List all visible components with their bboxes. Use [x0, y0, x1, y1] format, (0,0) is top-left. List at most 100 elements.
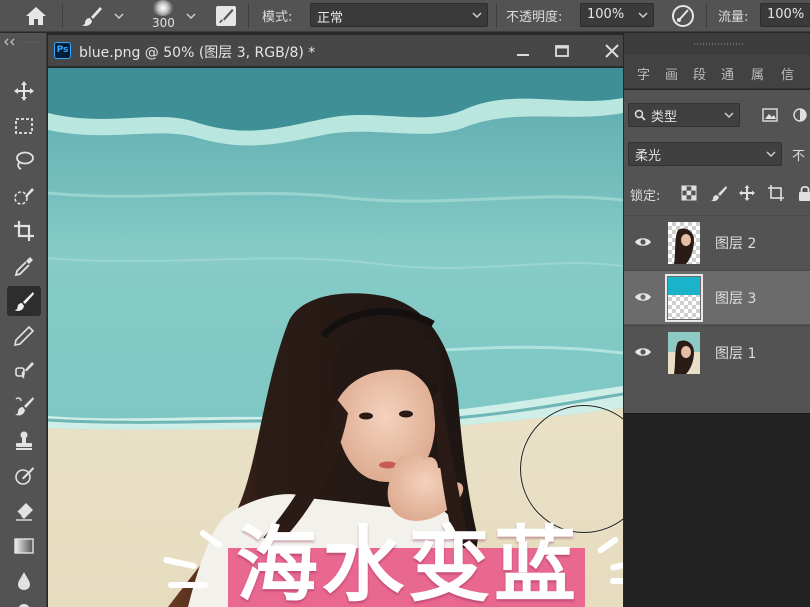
- pencil-tool[interactable]: [7, 321, 41, 351]
- home-icon[interactable]: [24, 5, 48, 27]
- marquee-tool[interactable]: [7, 111, 41, 141]
- eye-icon[interactable]: [634, 345, 652, 359]
- divider: [706, 4, 707, 28]
- minimize-icon[interactable]: [513, 41, 533, 61]
- photoshop-file-icon: Ps: [54, 42, 71, 59]
- caption-overlay: 海水变蓝: [228, 518, 585, 607]
- adjustment-filter-icon[interactable]: [792, 108, 810, 122]
- clone-stamp-tool[interactable]: [7, 426, 41, 456]
- gradient-icon: [14, 538, 34, 554]
- tab-paragraph[interactable]: 段: [693, 64, 706, 83]
- tab-brush[interactable]: 画: [665, 64, 678, 83]
- brush-tool[interactable]: [7, 286, 41, 316]
- document-title[interactable]: blue.png @ 50% (图层 3, RGB/8) *: [79, 42, 315, 62]
- dodge-icon: [18, 604, 30, 607]
- move-icon: [14, 81, 34, 101]
- document-tab[interactable]: Ps blue.png @ 50% (图层 3, RGB/8) *: [48, 35, 623, 67]
- chevron-down-icon: [638, 12, 648, 19]
- panel-tabs: 字 画 段 通 属 信: [624, 55, 810, 89]
- layer-thumbnail: [668, 222, 700, 264]
- tab-properties[interactable]: 属: [751, 64, 764, 83]
- chevron-down-icon[interactable]: [185, 10, 197, 22]
- panel-collapse-icon[interactable]: [4, 37, 42, 47]
- marquee-icon: [15, 118, 33, 134]
- stamp-icon: [16, 431, 32, 450]
- flow-label: 流量:: [718, 10, 749, 25]
- eye-icon[interactable]: [634, 235, 652, 249]
- mode-select[interactable]: 正常: [310, 3, 488, 27]
- grip-icon: [694, 43, 744, 45]
- image-filter-icon[interactable]: [762, 108, 778, 122]
- healing-icon: [15, 362, 34, 379]
- tab-info[interactable]: 信: [781, 64, 794, 83]
- opacity-input[interactable]: 100%: [580, 3, 654, 27]
- layer-row-selected[interactable]: 图层 3: [624, 270, 810, 324]
- layer-name[interactable]: 图层 3: [715, 288, 756, 308]
- eraser-tool[interactable]: [7, 496, 41, 526]
- lasso-tool[interactable]: [7, 146, 41, 176]
- chevron-down-icon[interactable]: [113, 10, 125, 22]
- lock-position-icon[interactable]: [738, 184, 756, 202]
- blur-tool[interactable]: [7, 566, 41, 596]
- divider: [496, 4, 497, 28]
- layer-thumbnail-image: [674, 228, 694, 264]
- healing-tool[interactable]: [7, 356, 41, 386]
- chevron-down-icon: [472, 12, 482, 19]
- lasso-icon: [16, 151, 34, 170]
- layer-thumbnail-image: [668, 277, 700, 295]
- layer-row[interactable]: 图层 1: [624, 325, 810, 379]
- canvas[interactable]: 海水变蓝: [48, 68, 623, 607]
- document-window: Ps blue.png @ 50% (图层 3, RGB/8) * 海水变蓝: [48, 35, 623, 607]
- blend-mode-select[interactable]: 柔光: [628, 142, 782, 166]
- lock-artboard-icon[interactable]: [767, 184, 785, 202]
- blend-mode-value: 柔光: [635, 149, 662, 164]
- brush-icon: [14, 292, 34, 311]
- tab-character[interactable]: 字: [637, 64, 650, 83]
- crop-tool[interactable]: [7, 216, 41, 246]
- empty-panel-area: [624, 413, 810, 607]
- brush-preset-icon[interactable]: [80, 4, 104, 28]
- quick-select-tool[interactable]: [7, 181, 41, 211]
- eye-icon[interactable]: [634, 290, 652, 304]
- layer-filter-select[interactable]: 类型: [628, 103, 740, 127]
- pressure-opacity-icon[interactable]: [670, 3, 696, 29]
- eyedropper-icon: [14, 257, 33, 277]
- brush-settings-panel-icon[interactable]: [214, 4, 238, 28]
- brush-size-value[interactable]: 300: [152, 16, 175, 30]
- eraser-icon: [16, 503, 33, 521]
- gradient-tool[interactable]: [7, 531, 41, 561]
- tools-panel: [0, 33, 47, 607]
- smudge-tool[interactable]: [7, 461, 41, 491]
- caption-text: 海水变蓝: [236, 518, 581, 607]
- right-panel-dock: 字 画 段 通 属 信 类型 柔光 不 锁定: 图层 2 图层 3 图层 1: [624, 33, 810, 607]
- dodge-tool[interactable]: [7, 597, 41, 607]
- flow-input[interactable]: 100%: [760, 3, 810, 27]
- move-tool[interactable]: [7, 76, 41, 106]
- lock-transparency-icon[interactable]: [680, 184, 698, 202]
- history-brush-tool[interactable]: [7, 391, 41, 421]
- layer-filter-value: 类型: [651, 110, 678, 125]
- divider: [62, 4, 63, 28]
- chevron-down-icon: [724, 112, 734, 119]
- layer-row[interactable]: 图层 2: [624, 215, 810, 269]
- tab-channels[interactable]: 通: [721, 64, 734, 83]
- crop-icon: [14, 221, 34, 241]
- mode-label: 模式:: [262, 10, 293, 25]
- blur-drop-icon: [18, 572, 30, 590]
- opacity-value: 100%: [587, 7, 625, 22]
- smudge-icon: [15, 467, 34, 485]
- eyedropper-tool[interactable]: [7, 251, 41, 281]
- brush-tip-preview[interactable]: [152, 0, 174, 16]
- panel-dock-header[interactable]: [624, 33, 810, 55]
- brush-history-icon: [15, 397, 34, 416]
- layer-name[interactable]: 图层 1: [715, 343, 756, 363]
- maximize-icon[interactable]: [552, 41, 572, 61]
- close-icon[interactable]: [602, 41, 622, 61]
- layer-name[interactable]: 图层 2: [715, 233, 756, 253]
- options-bar: 300 模式: 正常 不透明度: 100% 流量: 100%: [0, 0, 810, 32]
- layer-thumbnail: [665, 274, 703, 322]
- chevron-down-icon: [766, 151, 776, 158]
- lock-pixels-icon[interactable]: [710, 184, 728, 202]
- lock-all-icon[interactable]: [796, 184, 810, 202]
- layer-thumbnail: [668, 332, 700, 374]
